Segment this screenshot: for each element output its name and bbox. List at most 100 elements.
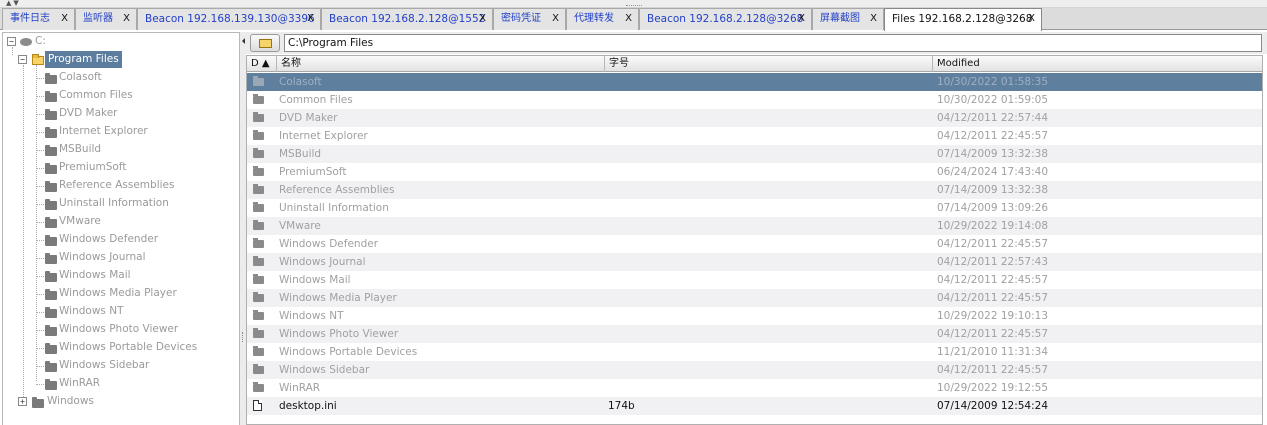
table-row[interactable]: Windows Defender 04/12/2011 22:45:57	[247, 235, 1262, 253]
table-row[interactable]: Windows Portable Devices 11/21/2010 11:31…	[247, 343, 1262, 361]
tree-item[interactable]: PremiumSoft	[3, 159, 239, 176]
close-icon[interactable]: X	[798, 9, 805, 29]
name-cell: Windows Mail	[279, 274, 351, 286]
table-row[interactable]: Windows Mail 04/12/2011 22:45:57	[247, 271, 1262, 289]
tree-connector	[36, 132, 44, 133]
tab-credentials[interactable]: 密码凭证 X	[493, 8, 566, 30]
tree-item[interactable]: Windows Journal	[3, 249, 239, 266]
close-icon[interactable]: X	[123, 9, 130, 29]
tree-label: C:	[35, 35, 46, 47]
tree-label: VMware	[59, 215, 101, 227]
tree-item[interactable]: WinRAR	[3, 375, 239, 392]
name-cell: Windows Portable Devices	[279, 346, 418, 358]
tree-connector	[36, 294, 44, 295]
collapse-icon[interactable]: −	[18, 55, 27, 64]
table-row[interactable]: Reference Assemblies 07/14/2009 13:32:38	[247, 181, 1262, 199]
table-row[interactable]: Colasoft 10/30/2022 01:58:35	[247, 73, 1262, 91]
folder-icon	[45, 91, 57, 102]
tree-label: WinRAR	[59, 377, 101, 389]
tree-item[interactable]: Uninstall Information	[3, 195, 239, 212]
collapse-left-icon[interactable]	[242, 38, 245, 44]
tree-item[interactable]: Windows Media Player	[3, 285, 239, 302]
table-row[interactable]: VMware 10/29/2022 19:14:08	[247, 217, 1262, 235]
modified-cell: 07/14/2009 13:32:38	[937, 184, 1049, 196]
tree-item[interactable]: Windows Photo Viewer	[3, 321, 239, 338]
table-row[interactable]: Common Files 10/30/2022 01:59:05	[247, 91, 1262, 109]
tree-item[interactable]: DVD Maker	[3, 105, 239, 122]
tab-event-log[interactable]: 事件日志 X	[2, 8, 75, 30]
name-cell: Windows Sidebar	[279, 364, 370, 376]
table-row[interactable]: Windows Journal 04/12/2011 22:57:43	[247, 253, 1262, 271]
tab-label: 屏幕截图	[820, 13, 860, 24]
tree-connector	[36, 186, 44, 187]
column-header-modified[interactable]: Modified	[933, 56, 1262, 72]
table-row[interactable]: Windows Media Player 04/12/2011 22:45:57	[247, 289, 1262, 307]
folder-icon	[45, 343, 57, 354]
tree-item[interactable]: Reference Assemblies	[3, 177, 239, 194]
tab-listeners[interactable]: 监听器 X	[75, 8, 137, 30]
table-row[interactable]: Windows Sidebar 04/12/2011 22:45:57	[247, 361, 1262, 379]
tree-label: Windows Sidebar	[59, 359, 150, 371]
folder-icon	[45, 109, 57, 120]
tree-item[interactable]: Internet Explorer	[3, 123, 239, 140]
splitter-grip[interactable]	[242, 332, 244, 342]
tree-item[interactable]: VMware	[3, 213, 239, 230]
tree-root-drive[interactable]: − C:	[3, 33, 239, 50]
folder-icon	[253, 166, 264, 176]
tab-proxy-pivots[interactable]: 代理转发 X	[566, 8, 639, 30]
tree-item[interactable]: Windows Portable Devices	[3, 339, 239, 356]
tree-item[interactable]: Windows Mail	[3, 267, 239, 284]
tab-screenshots[interactable]: 屏幕截图 X	[812, 8, 884, 30]
table-row[interactable]: DVD Maker 04/12/2011 22:57:44	[247, 109, 1262, 127]
table-row[interactable]: Internet Explorer 04/12/2011 22:45:57	[247, 127, 1262, 145]
table-row[interactable]: desktop.ini 174b 07/14/2009 12:54:24	[247, 397, 1262, 415]
folder-icon	[45, 235, 57, 246]
tree-item[interactable]: Windows Sidebar	[3, 357, 239, 374]
name-cell: Windows NT	[279, 310, 344, 322]
tree-item[interactable]: Colasoft	[3, 69, 239, 86]
path-bar	[246, 32, 1267, 54]
close-icon[interactable]: X	[1028, 9, 1035, 29]
tab-beacon-2-128-3268[interactable]: Beacon 192.168.2.128@3268 X	[639, 8, 812, 30]
tree-label: Windows Defender	[59, 233, 159, 245]
tree-item[interactable]: Windows NT	[3, 303, 239, 320]
close-icon[interactable]: X	[552, 9, 559, 29]
table-row[interactable]: Windows NT 10/29/2022 19:10:13	[247, 307, 1262, 325]
tree-item-program-files[interactable]: − Program Files	[3, 51, 239, 68]
modified-cell: 07/14/2009 13:32:38	[937, 148, 1049, 160]
tree-item-windows[interactable]: + Windows	[3, 393, 239, 410]
close-icon[interactable]: X	[307, 9, 314, 29]
expand-icon[interactable]: +	[18, 397, 27, 406]
folder-icon	[45, 199, 57, 210]
close-icon[interactable]: X	[870, 9, 877, 29]
tab-beacon-139-130[interactable]: Beacon 192.168.139.130@3396 X	[137, 8, 321, 30]
up-folder-button[interactable]	[250, 34, 280, 52]
folder-icon	[253, 112, 264, 122]
table-row[interactable]: Windows Photo Viewer 04/12/2011 22:45:57	[247, 325, 1262, 343]
table-row[interactable]: WinRAR 10/29/2022 19:12:55	[247, 379, 1262, 397]
column-header-name[interactable]: 名称	[277, 56, 605, 72]
tree-connector	[36, 204, 44, 205]
table-row[interactable]: Uninstall Information 07/14/2009 13:09:26	[247, 199, 1262, 217]
folder-icon	[45, 289, 57, 300]
tree-connector	[36, 348, 44, 349]
resize-grip[interactable]	[626, 0, 642, 6]
collapse-icon[interactable]: −	[7, 37, 16, 46]
tree-item[interactable]: MSBuild	[3, 141, 239, 158]
collapse-arrows-icon[interactable]: ▲▼	[6, 0, 21, 7]
tree-item[interactable]: Common Files	[3, 87, 239, 104]
tree-label: Common Files	[59, 89, 133, 101]
close-icon[interactable]: X	[625, 9, 632, 29]
path-input[interactable]	[284, 34, 1262, 52]
column-header-d[interactable]: D ▲	[247, 56, 277, 72]
column-header-size[interactable]: 字号	[605, 56, 933, 72]
close-icon[interactable]: X	[61, 9, 68, 29]
tab-files-2-128-3268[interactable]: Files 192.168.2.128@3268 X	[884, 8, 1042, 31]
tree-item[interactable]: Windows Defender	[3, 231, 239, 248]
tab-beacon-2-128-1552[interactable]: Beacon 192.168.2.128@1552 X	[321, 8, 493, 30]
close-icon[interactable]: X	[479, 9, 486, 29]
folder-icon	[253, 94, 264, 104]
modified-cell: 04/12/2011 22:45:57	[937, 364, 1049, 376]
table-row[interactable]: PremiumSoft 06/24/2024 17:43:40	[247, 163, 1262, 181]
table-row[interactable]: MSBuild 07/14/2009 13:32:38	[247, 145, 1262, 163]
